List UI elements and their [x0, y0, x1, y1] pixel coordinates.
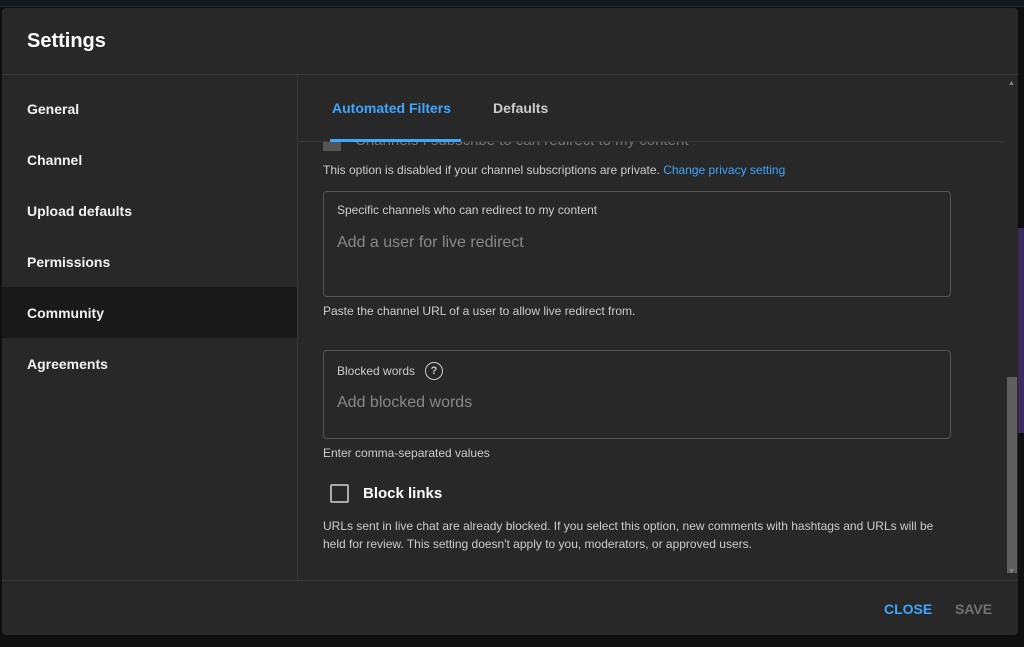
block-links-label: Block links: [363, 485, 443, 502]
redirect-channels-placeholder: Add a user for live redirect: [337, 234, 524, 251]
tab-automated-filters[interactable]: Automated Filters: [322, 75, 462, 142]
blocked-words-helper: Enter comma-separated values: [323, 446, 490, 460]
disabled-note: This option is disabled if your channel …: [323, 161, 953, 179]
help-icon[interactable]: ?: [425, 362, 444, 380]
block-links-option[interactable]: Block links: [323, 484, 953, 503]
redirect-channels-input[interactable]: Specific channels who can redirect to my…: [323, 191, 951, 297]
sidebar-item-upload-defaults[interactable]: Upload defaults: [2, 185, 297, 236]
scroll-down-arrow-icon[interactable]: ▼: [1008, 568, 1015, 575]
settings-sidebar: General Channel Upload defaults Permissi…: [2, 75, 298, 580]
dialog-footer: CLOSE SAVE: [2, 580, 1018, 635]
redirect-helper: Paste the channel URL of a user to allow…: [323, 304, 636, 318]
disabled-note-text: This option is disabled if your channel …: [323, 163, 660, 177]
dialog-title: Settings: [2, 8, 1018, 75]
block-links-description: URLs sent in live chat are already block…: [323, 519, 934, 551]
blocked-words-label: Blocked words: [337, 364, 416, 378]
blocked-words-placeholder: Add blocked words: [337, 394, 473, 411]
save-button[interactable]: SAVE: [955, 601, 992, 617]
block-links-checkbox[interactable]: [330, 484, 349, 503]
sidebar-item-permissions[interactable]: Permissions: [2, 236, 297, 287]
tab-bar: Automated Filters Defaults: [299, 75, 1003, 142]
sidebar-item-channel[interactable]: Channel: [2, 134, 297, 185]
sidebar-item-agreements[interactable]: Agreements: [2, 338, 297, 389]
scrollbar-thumb[interactable]: [1007, 377, 1017, 573]
background-top-bar: [0, 0, 1024, 7]
sidebar-item-community[interactable]: Community: [2, 287, 297, 338]
redirect-channels-label: Specific channels who can redirect to my…: [337, 203, 598, 217]
settings-dialog: Settings General Channel Upload defaults…: [2, 8, 1018, 635]
tab-defaults[interactable]: Defaults: [483, 75, 558, 141]
blocked-words-input[interactable]: Blocked words ? Add blocked words: [323, 350, 951, 439]
background-content: [1018, 228, 1024, 433]
settings-main: Channels I subscribe to can redirect to …: [299, 75, 1018, 580]
sidebar-item-general[interactable]: General: [2, 83, 297, 134]
blocked-words-label-row: Blocked words ?: [337, 362, 937, 380]
change-privacy-link[interactable]: Change privacy setting: [663, 163, 785, 177]
close-button[interactable]: CLOSE: [884, 601, 932, 617]
filters-content: Channels I subscribe to can redirect to …: [323, 135, 953, 553]
scroll-up-arrow-icon[interactable]: ▲: [1008, 80, 1015, 87]
scrollbar[interactable]: ▲ ▼: [1005, 80, 1017, 580]
